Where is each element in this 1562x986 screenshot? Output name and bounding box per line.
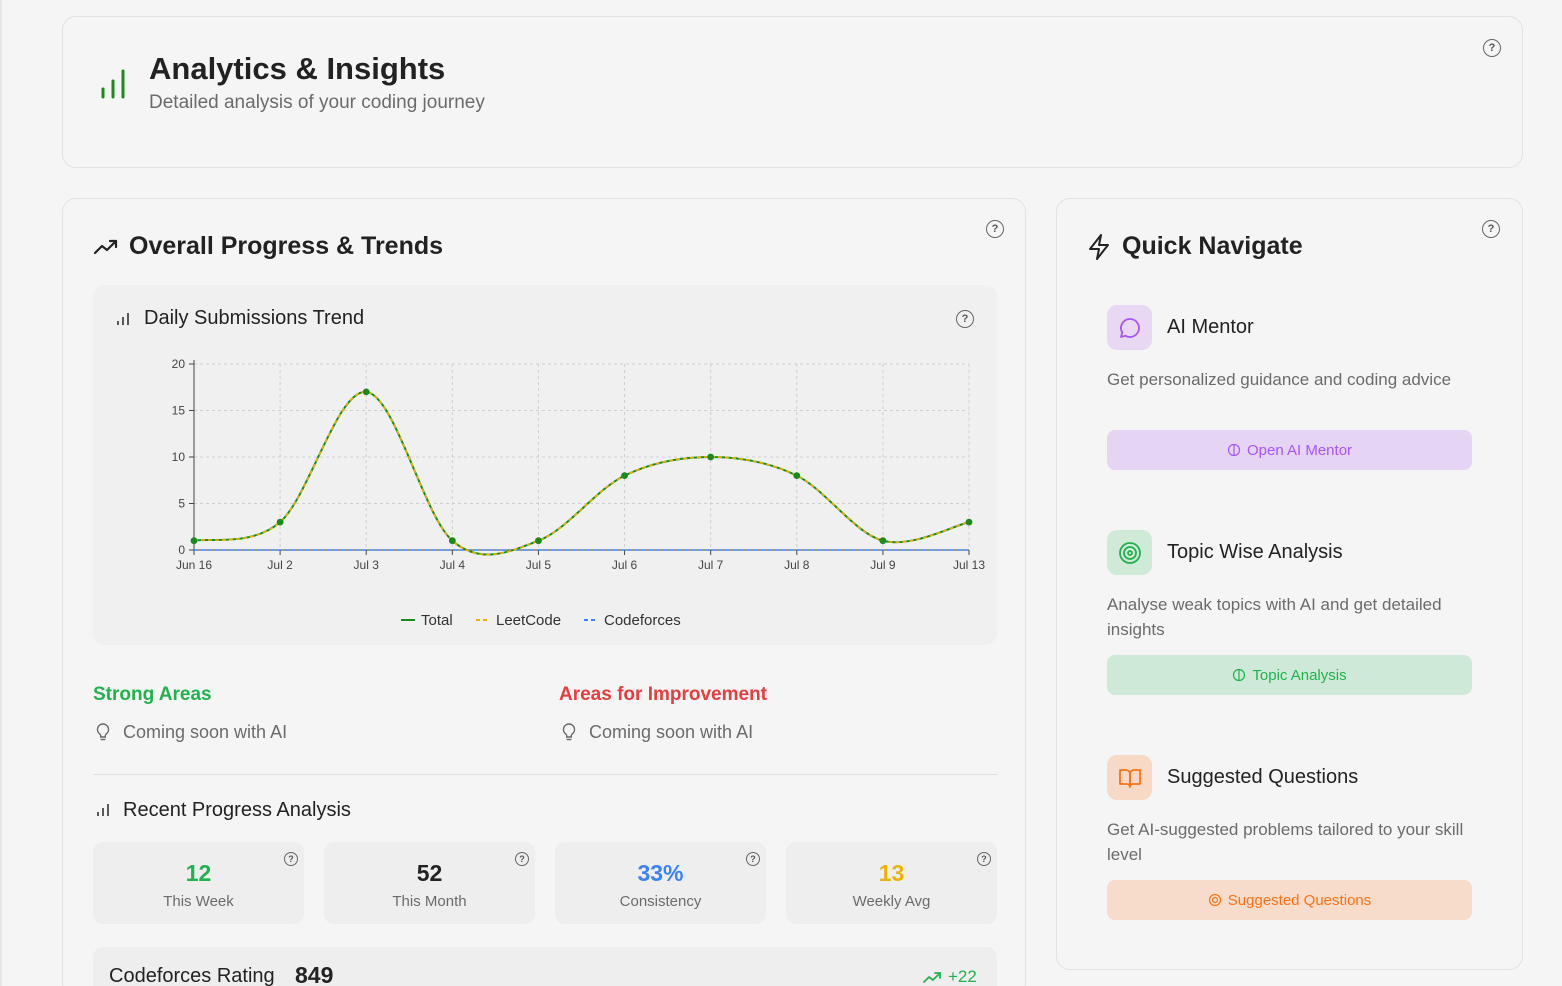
button-label: Open AI Mentor (1246, 441, 1353, 459)
target-icon (1107, 530, 1152, 575)
stat-weekly-avg: ? 13 Weekly Avg (786, 842, 997, 924)
suggested-questions-button[interactable]: Suggested Questions (1107, 880, 1472, 920)
stat-this-month: ? 52 This Month (324, 842, 535, 924)
stat-consistency: ? 33% Consistency (555, 842, 766, 924)
stat-value: 12 (185, 860, 212, 886)
lightbulb-icon (562, 723, 576, 741)
x-tick-label: Jul 7 (698, 558, 724, 572)
stat-label: This Week (163, 893, 234, 910)
progress-card: Overall Progress & Trends ? Daily Submis… (62, 198, 1026, 986)
data-point (707, 453, 715, 461)
data-point (621, 472, 628, 479)
progress-title: Overall Progress & Trends (129, 232, 444, 260)
data-point (793, 472, 801, 479)
data-point (190, 537, 198, 545)
stat-this-week: ? 12 This Week (93, 842, 304, 924)
message-circle-icon (1107, 305, 1152, 350)
divider (93, 774, 997, 775)
topic-analysis-button[interactable]: Topic Analysis (1107, 655, 1472, 695)
legend-label: Codeforces (604, 612, 681, 629)
chart-panel: Daily Submissions Trend ? 0 5 10 15 20 Jun 16… (93, 285, 997, 645)
data-point (535, 537, 542, 545)
x-tick-label: Jul 6 (612, 558, 638, 572)
data-point (362, 388, 370, 396)
nav-item-title: AI Mentor (1167, 316, 1254, 338)
x-tick-label: Jul 9 (870, 558, 896, 572)
zap-icon (1089, 234, 1109, 260)
recent-progress-title: Recent Progress Analysis (123, 799, 351, 821)
series-line-leetcode (193, 391, 970, 556)
nav-item-title: Topic Wise Analysis (1167, 541, 1343, 563)
nav-item-ai-mentor: AI Mentor Get personalized guidance and … (1087, 305, 1493, 505)
x-tick-label: Jul 5 (526, 558, 552, 572)
data-point (448, 537, 456, 545)
submissions-chart: 0 5 10 15 20 Jun 16 Jul 2 Jul 3 Jul 4 Jul 5 Jul 6 J… (172, 357, 986, 629)
nav-item-title: Suggested Questions (1167, 766, 1359, 788)
data-point (965, 518, 973, 526)
rating-panel: Codeforces Rating 849 +22 (93, 947, 997, 986)
stat-label: Weekly Avg (852, 893, 931, 910)
nav-item-suggested-questions: Suggested Questions Get AI-suggested pro… (1087, 755, 1493, 955)
bar-chart-icon (101, 69, 125, 99)
stat-label: This Month (392, 893, 467, 910)
x-tick-label: Jul 4 (440, 558, 466, 572)
help-icon[interactable]: ? (1482, 220, 1500, 238)
legend-label: Total (421, 612, 453, 629)
button-label: Suggested Questions (1227, 891, 1372, 909)
brain-icon (1227, 443, 1241, 457)
y-tick-label: 5 (178, 497, 185, 511)
x-tick-label: Jul 3 (354, 558, 380, 572)
open-ai-mentor-button[interactable]: Open AI Mentor (1107, 430, 1472, 470)
chart-small-icon (97, 804, 109, 816)
y-tick-label: 10 (172, 450, 186, 464)
rating-value: 849 (295, 962, 334, 986)
brain-icon (1233, 668, 1246, 682)
data-point (879, 537, 887, 545)
book-open-icon (1107, 755, 1152, 800)
strong-areas-text: Coming soon with AI (123, 722, 288, 742)
stat-label: Consistency (619, 893, 702, 910)
lightbulb-icon (96, 723, 110, 741)
nav-item-desc: Get personalized guidance and coding adv… (1107, 370, 1452, 389)
y-tick-label: 20 (172, 357, 186, 371)
stat-value: 13 (878, 860, 905, 886)
target-icon (1208, 893, 1221, 907)
data-point (276, 518, 284, 526)
quick-navigate-title: Quick Navigate (1122, 232, 1303, 260)
y-tick-label: 0 (178, 543, 185, 557)
trending-up-icon (923, 972, 941, 983)
stat-value: 52 (416, 860, 443, 886)
improvement-areas-text: Coming soon with AI (589, 722, 754, 742)
rating-label: Codeforces Rating (109, 965, 275, 986)
page-title: Analytics & Insights (149, 51, 446, 86)
quick-navigate-card: Quick Navigate ? AI Mentor Get personali… (1056, 198, 1523, 970)
stat-value: 33% (637, 860, 684, 886)
legend-label: LeetCode (496, 612, 561, 629)
left-edge-border (0, 0, 2, 986)
nav-item-topic-analysis: Topic Wise Analysis Analyse weak topics … (1087, 530, 1493, 730)
x-tick-label: Jul 2 (267, 558, 293, 572)
x-tick-label: Jul 8 (784, 558, 810, 572)
x-tick-label: Jun 16 (176, 558, 212, 572)
help-icon[interactable]: ? (986, 220, 1004, 238)
button-label: Topic Analysis (1252, 666, 1347, 684)
header-card: Analytics & Insights Detailed analysis o… (62, 16, 1523, 168)
trending-up-icon (93, 239, 118, 255)
improvement-areas-title: Areas for Improvement (559, 684, 768, 705)
y-tick-label: 15 (172, 404, 186, 418)
page-subtitle: Detailed analysis of your coding journey (149, 92, 485, 113)
nav-item-desc: Get AI-suggested problems tailored to yo… (1107, 820, 1464, 864)
rating-change: +22 (948, 967, 977, 986)
x-tick-label: Jul 13 (953, 558, 985, 572)
help-icon[interactable]: ? (1483, 39, 1501, 57)
nav-item-desc: Analyse weak topics with AI and get deta… (1107, 595, 1442, 639)
strong-areas-title: Strong Areas (93, 684, 212, 705)
